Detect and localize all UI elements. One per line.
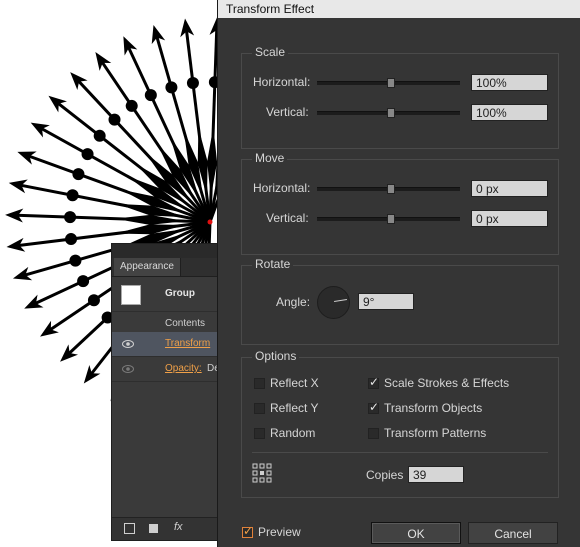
visibility-eye-icon[interactable] <box>122 338 134 350</box>
arrow-head <box>95 52 112 71</box>
rotation-center-marker <box>207 219 213 225</box>
reflect-x-label[interactable]: Reflect X <box>270 376 319 390</box>
arrow-dot <box>87 294 100 307</box>
opacity-link[interactable]: Opacity: <box>165 363 202 374</box>
contents-label: Contents <box>165 318 206 329</box>
arrow-dot <box>81 148 94 161</box>
arrow-dot <box>65 233 78 246</box>
arrow-dot <box>165 81 178 94</box>
scale-horizontal-slider[interactable] <box>317 78 460 88</box>
slider-thumb[interactable] <box>387 78 395 88</box>
arrow-dot <box>125 99 138 112</box>
transform-effect-link[interactable]: Transform <box>165 338 210 349</box>
options-legend: Options <box>252 349 300 363</box>
transform-patterns-label[interactable]: Transform Patterns <box>384 426 486 440</box>
ok-button[interactable]: OK <box>371 522 461 544</box>
cancel-button[interactable]: Cancel <box>468 522 558 544</box>
move-group: Move Horizontal: 0 px Vertical: 0 px <box>241 151 559 255</box>
panel-tab-row: Appearance <box>112 258 225 277</box>
transform-objects-checkbox[interactable] <box>368 400 379 414</box>
preview-label[interactable]: Preview <box>258 525 301 539</box>
move-horizontal-slider[interactable] <box>317 184 460 194</box>
panel-top-bar <box>112 244 225 258</box>
arrow-dot <box>72 168 85 181</box>
scale-vertical-slider[interactable] <box>317 108 460 118</box>
arrow-dot <box>93 129 106 142</box>
move-horizontal-input[interactable]: 0 px <box>471 180 548 197</box>
scale-vertical-input[interactable]: 100% <box>471 104 548 121</box>
transform-patterns-checkbox[interactable] <box>368 428 379 439</box>
angle-input[interactable]: 9° <box>358 293 414 310</box>
slider-thumb[interactable] <box>387 184 395 194</box>
arrow-dot <box>108 113 121 126</box>
group-thumbnail <box>121 285 141 305</box>
visibility-eye-icon[interactable] <box>122 363 134 375</box>
options-divider <box>252 452 548 453</box>
copies-label: Copies <box>366 468 404 482</box>
copies-input[interactable]: 39 <box>408 466 464 483</box>
arrow-dot <box>77 275 90 288</box>
arrow-head <box>40 320 59 337</box>
dialog-title: Transform Effect <box>218 0 580 18</box>
appearance-row-opacity[interactable]: Opacity: De <box>112 357 225 382</box>
arrow-dot <box>144 89 157 102</box>
slider-thumb[interactable] <box>387 108 395 118</box>
reflect-y-label[interactable]: Reflect Y <box>270 401 318 415</box>
reflect-y-checkbox[interactable] <box>254 403 265 414</box>
transform-effect-dialog: Transform Effect Scale Horizontal: 100% … <box>217 0 580 547</box>
tab-appearance[interactable]: Appearance <box>114 258 181 276</box>
angle-label: Angle: <box>276 295 311 309</box>
new-fill-icon[interactable] <box>149 524 158 533</box>
appearance-row-group[interactable]: Group <box>112 278 225 312</box>
options-group: Options Reflect X Reflect Y Random Scale… <box>241 349 559 498</box>
move-vertical-label: Vertical: <box>266 211 309 225</box>
preview-checkbox[interactable] <box>242 524 253 538</box>
scale-strokes-label[interactable]: Scale Strokes & Effects <box>384 376 509 390</box>
random-checkbox[interactable] <box>254 428 265 439</box>
move-vertical-slider[interactable] <box>317 214 460 224</box>
angle-dial-indicator <box>334 298 347 302</box>
rotate-legend: Rotate <box>252 257 294 271</box>
fx-menu-icon[interactable]: fx <box>174 521 183 533</box>
scale-horizontal-input[interactable]: 100% <box>471 74 548 91</box>
reflect-x-checkbox[interactable] <box>254 378 265 389</box>
arrow-dot <box>66 189 79 202</box>
scale-legend: Scale <box>252 45 289 59</box>
move-legend: Move <box>252 151 288 165</box>
new-stroke-icon[interactable] <box>124 523 135 534</box>
scale-horizontal-label: Horizontal: <box>253 75 311 89</box>
angle-dial[interactable] <box>317 286 350 319</box>
reference-point-locator-icon[interactable] <box>252 463 272 483</box>
group-label: Group <box>165 288 195 299</box>
panel-footer: fx <box>112 517 225 540</box>
scale-vertical-label: Vertical: <box>266 105 309 119</box>
appearance-row-transform[interactable]: Transform <box>112 332 225 357</box>
dialog-body: Scale Horizontal: 100% Vertical: 100% Mo… <box>218 18 580 547</box>
arrow-dot <box>64 211 77 224</box>
random-label[interactable]: Random <box>270 426 315 440</box>
scale-group: Scale Horizontal: 100% Vertical: 100% <box>241 45 559 149</box>
slider-thumb[interactable] <box>387 214 395 224</box>
scale-strokes-checkbox[interactable] <box>368 375 379 389</box>
move-vertical-input[interactable]: 0 px <box>471 210 548 227</box>
arrow-dot <box>69 254 82 267</box>
transform-objects-label[interactable]: Transform Objects <box>384 401 482 415</box>
move-horizontal-label: Horizontal: <box>253 181 311 195</box>
appearance-panel: Appearance Group Contents Transform Opac… <box>111 243 226 541</box>
arrow-dot <box>186 77 199 90</box>
rotate-group: Rotate Angle: 9° <box>241 257 559 345</box>
